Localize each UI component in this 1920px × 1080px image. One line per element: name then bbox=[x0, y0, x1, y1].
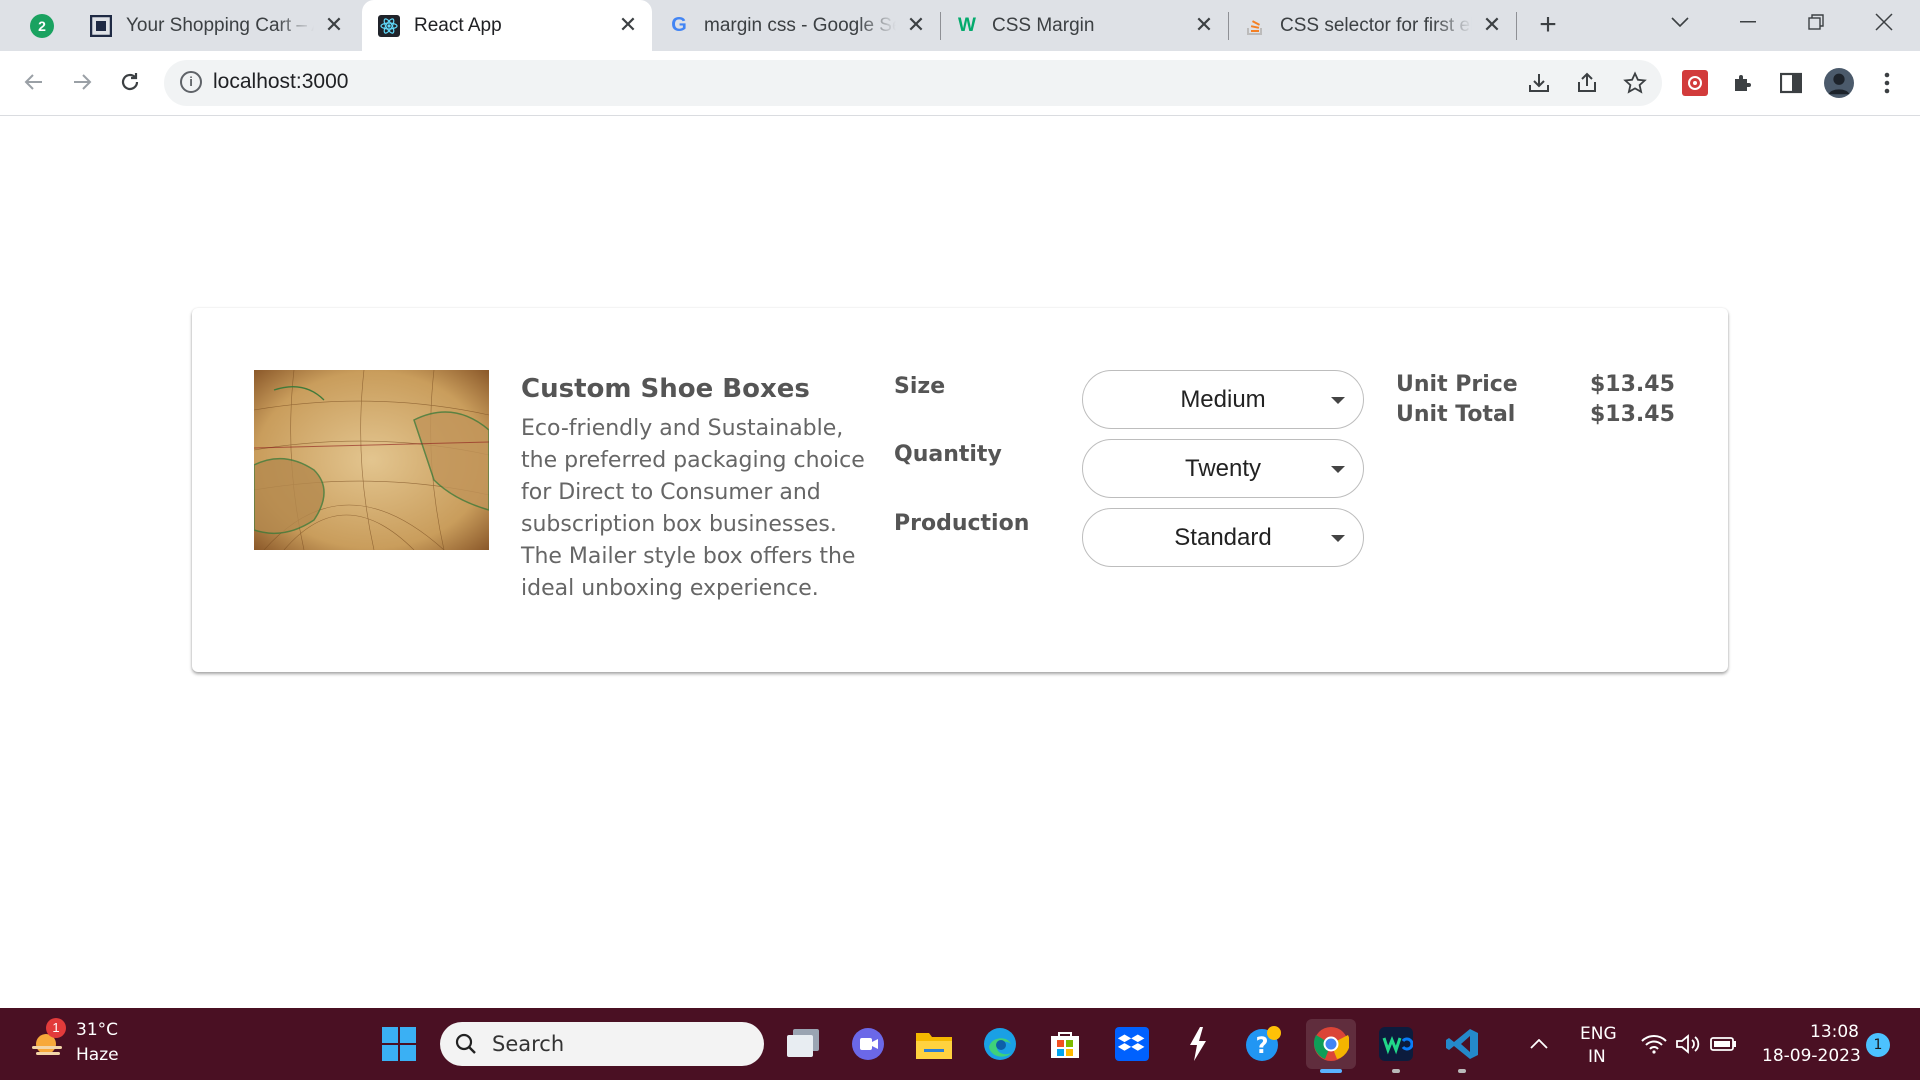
tab-react-app[interactable]: React App ✕ bbox=[362, 0, 652, 51]
address-bar[interactable] bbox=[164, 60, 1662, 106]
taskbar-search-box[interactable] bbox=[440, 1022, 764, 1066]
back-icon[interactable] bbox=[16, 64, 52, 100]
battery-icon[interactable] bbox=[1702, 1022, 1746, 1066]
production-label: Production bbox=[894, 511, 1030, 536]
product-image bbox=[254, 370, 489, 550]
tab-separator bbox=[1516, 12, 1517, 40]
microsoft-store-icon[interactable] bbox=[1043, 1022, 1087, 1066]
dropbox-icon[interactable] bbox=[1110, 1022, 1154, 1066]
search-icon bbox=[454, 1032, 478, 1061]
w3schools-icon: W bbox=[958, 14, 976, 36]
chevron-down-icon bbox=[1331, 535, 1345, 542]
close-tab-icon[interactable]: ✕ bbox=[1480, 13, 1504, 37]
bookmark-star-icon[interactable] bbox=[1620, 68, 1650, 98]
unit-price-label: Unit Price bbox=[1396, 372, 1518, 397]
tab-google-search[interactable]: G margin css - Google Sea ✕ bbox=[656, 0, 940, 51]
close-tab-icon[interactable]: ✕ bbox=[904, 13, 928, 37]
close-tab-icon[interactable]: ✕ bbox=[616, 13, 640, 37]
quantity-label: Quantity bbox=[894, 442, 1002, 467]
tab-title: Your Shopping Cart – Ar bbox=[126, 14, 314, 36]
show-hidden-icons-chevron-up-icon[interactable] bbox=[1517, 1022, 1561, 1066]
size-select[interactable]: Medium bbox=[1082, 370, 1364, 429]
tab-shopping-cart[interactable]: Your Shopping Cart – Ar ✕ bbox=[78, 0, 358, 51]
tab-title: React App bbox=[414, 14, 502, 36]
svg-text:?: ? bbox=[1256, 1034, 1269, 1059]
tab-title: margin css - Google Sea bbox=[704, 14, 896, 36]
weather-temp: 31°C bbox=[76, 1020, 119, 1040]
product-title: Custom Shoe Boxes bbox=[521, 374, 810, 404]
menu-kebab-icon[interactable] bbox=[1872, 68, 1902, 98]
vscode-icon[interactable] bbox=[1440, 1022, 1484, 1066]
profile-tab-badge[interactable]: 2 bbox=[30, 14, 54, 38]
quantity-select[interactable]: Twenty bbox=[1082, 439, 1364, 498]
tab-css-selector[interactable]: CSS selector for first ele ✕ bbox=[1232, 0, 1516, 51]
unit-total-value: $13.45 bbox=[1590, 402, 1675, 427]
app-icon bbox=[90, 14, 112, 37]
region-code[interactable]: IN bbox=[1588, 1047, 1606, 1067]
close-tab-icon[interactable]: ✕ bbox=[322, 13, 346, 37]
close-window-icon[interactable] bbox=[1856, 0, 1912, 44]
unit-total-label: Unit Total bbox=[1396, 402, 1516, 427]
tab-search-icon[interactable] bbox=[1652, 0, 1708, 44]
google-icon: G bbox=[671, 14, 687, 36]
size-label: Size bbox=[894, 374, 946, 399]
running-indicator bbox=[1392, 1069, 1400, 1073]
tab-separator bbox=[940, 12, 941, 40]
size-select-value: Medium bbox=[1180, 385, 1266, 413]
file-explorer-icon[interactable] bbox=[912, 1022, 956, 1066]
teams-chat-icon[interactable] bbox=[846, 1022, 890, 1066]
tab-title: CSS selector for first ele bbox=[1280, 14, 1472, 36]
quantity-select-value: Twenty bbox=[1184, 454, 1262, 482]
clock-date[interactable]: 18-09-2023 bbox=[1762, 1046, 1861, 1066]
weather-badge: 1 bbox=[46, 1018, 66, 1038]
edge-browser-icon[interactable] bbox=[978, 1022, 1022, 1066]
reload-icon[interactable] bbox=[112, 64, 148, 100]
share-icon[interactable] bbox=[1572, 68, 1602, 98]
chrome-icon[interactable] bbox=[1306, 1019, 1356, 1069]
production-select[interactable]: Standard bbox=[1082, 508, 1364, 567]
chrome-active-indicator bbox=[1320, 1069, 1342, 1073]
minimize-icon[interactable] bbox=[1720, 0, 1776, 44]
restore-icon[interactable] bbox=[1788, 0, 1844, 44]
chevron-down-icon bbox=[1331, 397, 1345, 404]
search-placeholder: Search bbox=[492, 1032, 565, 1056]
url-text[interactable]: localhost:3000 bbox=[213, 70, 348, 94]
language-code[interactable]: ENG bbox=[1580, 1024, 1617, 1044]
extensions-puzzle-icon[interactable] bbox=[1728, 68, 1758, 98]
avatar[interactable] bbox=[1824, 68, 1854, 98]
task-view-icon[interactable] bbox=[781, 1022, 825, 1066]
tab-separator bbox=[1228, 12, 1229, 40]
app-lightning-icon[interactable] bbox=[1176, 1022, 1220, 1066]
unit-price-value: $13.45 bbox=[1590, 372, 1675, 397]
production-select-value: Standard bbox=[1174, 523, 1272, 551]
stackoverflow-icon bbox=[1244, 15, 1266, 37]
notification-count-badge[interactable]: 1 bbox=[1866, 1033, 1890, 1057]
tab-title: CSS Margin bbox=[992, 14, 1095, 36]
windows-start-icon[interactable] bbox=[377, 1022, 421, 1066]
chevron-down-icon bbox=[1331, 466, 1345, 473]
running-indicator bbox=[1458, 1069, 1466, 1073]
forward-icon[interactable] bbox=[64, 64, 100, 100]
extension-red-icon[interactable] bbox=[1680, 68, 1710, 98]
product-description: Eco-friendly and Sustainable, the prefer… bbox=[521, 416, 865, 601]
react-icon bbox=[378, 14, 400, 37]
webstorm-icon[interactable] bbox=[1374, 1022, 1418, 1066]
install-app-icon[interactable] bbox=[1524, 68, 1554, 98]
site-info-icon[interactable]: i bbox=[180, 71, 202, 93]
weather-desc: Haze bbox=[76, 1045, 119, 1065]
clock-time[interactable]: 13:08 bbox=[1810, 1022, 1859, 1042]
tab-css-margin[interactable]: W CSS Margin ✕ bbox=[944, 0, 1228, 51]
help-icon[interactable]: ? bbox=[1241, 1022, 1285, 1066]
new-tab-button[interactable]: + bbox=[1532, 10, 1564, 42]
close-tab-icon[interactable]: ✕ bbox=[1192, 13, 1216, 37]
side-panel-icon[interactable] bbox=[1776, 68, 1806, 98]
